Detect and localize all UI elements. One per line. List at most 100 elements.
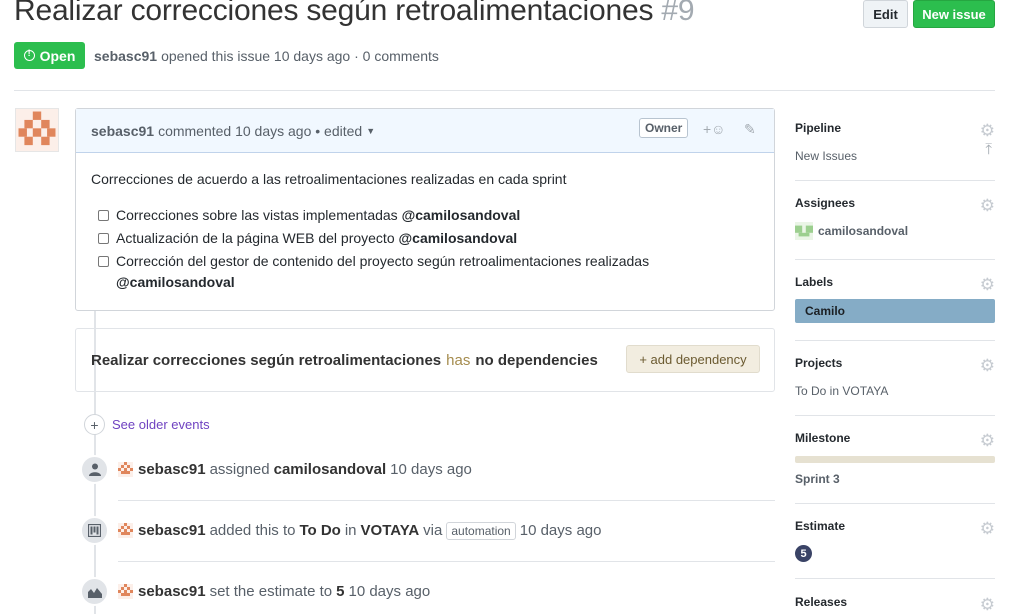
avatar[interactable] — [15, 108, 59, 152]
board-icon — [80, 516, 109, 545]
event-column[interactable]: To Do — [299, 522, 340, 539]
author-link[interactable]: sebasc91 — [94, 48, 157, 64]
person-icon — [80, 455, 109, 484]
sidebar-pipeline: Pipeline ⚙ New Issues ⤒ — [795, 121, 995, 163]
event-assignee[interactable]: camilosandoval — [274, 461, 387, 478]
milestone-value[interactable]: Sprint 3 — [795, 472, 995, 486]
event-actor[interactable]: sebasc91 — [138, 461, 206, 478]
task-checkbox[interactable] — [98, 256, 109, 267]
comment-author[interactable]: sebasc91 — [91, 123, 154, 139]
gear-icon[interactable]: ⚙ — [980, 196, 995, 216]
task-checkbox[interactable] — [98, 233, 109, 244]
task-item: Correcciones sobre las vistas implementa… — [91, 208, 759, 223]
sidebar-heading: Projects — [795, 356, 843, 370]
gear-icon[interactable]: ⚙ — [980, 431, 995, 451]
label-chip[interactable]: Camilo — [795, 299, 995, 323]
header-divider — [14, 90, 995, 91]
event-text: added this to — [209, 522, 296, 539]
issue-number: #9 — [661, 0, 695, 27]
timeline-event: sebasc91 assigned camilosandoval 10 days… — [80, 455, 472, 484]
plus-icon[interactable]: + — [84, 414, 105, 435]
event-estimate: 5 — [336, 583, 345, 600]
sidebar-divider — [795, 259, 995, 260]
sidebar-divider — [795, 340, 995, 341]
event-project[interactable]: VOTAYA — [361, 522, 420, 539]
timeline-event: sebasc91 added this to To Do in VOTAYA v… — [80, 516, 601, 545]
task-text: Corrección del gestor de contenido del p… — [116, 253, 650, 269]
event-time[interactable]: 10 days ago — [390, 461, 472, 478]
sidebar-divider — [795, 180, 995, 181]
event-text: via — [423, 522, 443, 539]
sidebar-heading: Releases — [795, 595, 848, 609]
event-divider — [118, 500, 775, 501]
mention-link[interactable]: @camilosandoval — [402, 207, 521, 223]
comment-body: Correcciones de acuerdo a las retroalime… — [76, 153, 774, 319]
actor-avatar[interactable] — [118, 523, 133, 538]
event-actor[interactable]: sebasc91 — [138, 583, 206, 600]
sidebar-releases: Releases ⚙ — [795, 595, 995, 614]
task-checkbox[interactable] — [98, 210, 109, 221]
chevron-down-icon[interactable]: ▼ — [366, 126, 375, 136]
graph-icon — [80, 577, 109, 606]
actor-avatar[interactable] — [118, 584, 133, 599]
mention-link[interactable]: @camilosandoval — [116, 274, 235, 290]
sidebar-divider — [795, 503, 995, 504]
issue-title: Realizar correcciones según retroaliment… — [14, 0, 695, 28]
opened-text: opened this issue 10 days ago · 0 commen… — [161, 47, 439, 64]
assignee-name[interactable]: camilosandoval — [818, 224, 908, 238]
sidebar-heading: Pipeline — [795, 121, 842, 135]
event-text: assigned — [209, 461, 270, 478]
task-item: Corrección del gestor de contenido del p… — [91, 251, 759, 293]
see-older-events[interactable]: + See older events — [84, 414, 210, 435]
event-time[interactable]: 10 days ago — [348, 583, 430, 600]
project-value[interactable]: To Do in VOTAYA — [795, 384, 995, 398]
timeline-event: sebasc91 set the estimate to 5 10 days a… — [80, 577, 430, 606]
sidebar-estimate: Estimate ⚙ 5 — [795, 519, 995, 562]
event-text: set the estimate to — [209, 583, 333, 600]
milestone-progress-bar — [795, 456, 995, 463]
assignee-item[interactable]: camilosandoval — [795, 222, 995, 240]
sidebar-assignees: Assignees ⚙ camilosandoval — [795, 196, 995, 240]
event-text: in — [344, 522, 357, 539]
event-time[interactable]: 10 days ago — [520, 522, 602, 539]
issue-comment: sebasc91 commented 10 days ago • edited … — [75, 108, 775, 311]
sidebar-projects: Projects ⚙ To Do in VOTAYA — [795, 356, 995, 398]
sidebar-labels: Labels ⚙ Camilo — [795, 275, 995, 323]
pencil-icon[interactable]: ✎ — [744, 121, 756, 138]
status-badge: Open — [14, 42, 85, 69]
smiley-icon[interactable]: +☺ — [703, 121, 725, 137]
dependencies-issue-title: Realizar correcciones según retroaliment… — [91, 351, 442, 369]
issue-title-text: Realizar correcciones según retroaliment… — [14, 0, 654, 27]
sidebar-divider — [795, 415, 995, 416]
gear-icon[interactable]: ⚙ — [980, 519, 995, 539]
estimate-badge[interactable]: 5 — [795, 545, 812, 562]
comment-meta[interactable]: commented 10 days ago • edited — [158, 123, 362, 139]
edit-button[interactable]: Edit — [863, 0, 908, 28]
comment-intro: Correcciones de acuerdo a las retroalime… — [91, 171, 567, 187]
automation-tag: automation — [446, 521, 516, 540]
owner-badge: Owner — [639, 118, 689, 138]
identicon-icon — [18, 111, 56, 146]
add-dependency-button[interactable]: + add dependency — [626, 345, 760, 373]
sidebar-heading: Milestone — [795, 431, 851, 445]
sidebar-heading: Estimate — [795, 519, 846, 533]
gear-icon[interactable]: ⚙ — [980, 595, 995, 614]
event-divider — [118, 561, 775, 562]
new-issue-button[interactable]: New issue — [913, 0, 995, 28]
actor-avatar[interactable] — [118, 462, 133, 477]
task-text: Actualización de la página WEB del proye… — [116, 230, 395, 246]
dependencies-box: Realizar correcciones según retroaliment… — [75, 328, 775, 392]
task-text: Correcciones sobre las vistas implementa… — [116, 207, 398, 223]
gear-icon[interactable]: ⚙ — [980, 121, 995, 141]
pipeline-value[interactable]: New Issues — [795, 149, 995, 163]
sidebar-heading: Labels — [795, 275, 834, 289]
mention-link[interactable]: @camilosandoval — [399, 230, 518, 246]
status-label: Open — [39, 47, 76, 64]
move-top-icon[interactable]: ⤒ — [985, 141, 992, 158]
see-older-label[interactable]: See older events — [112, 417, 210, 432]
sidebar-heading: Assignees — [795, 196, 856, 210]
event-actor[interactable]: sebasc91 — [138, 522, 206, 539]
issue-opened-icon — [23, 48, 35, 61]
gear-icon[interactable]: ⚙ — [980, 356, 995, 376]
gear-icon[interactable]: ⚙ — [980, 275, 995, 295]
